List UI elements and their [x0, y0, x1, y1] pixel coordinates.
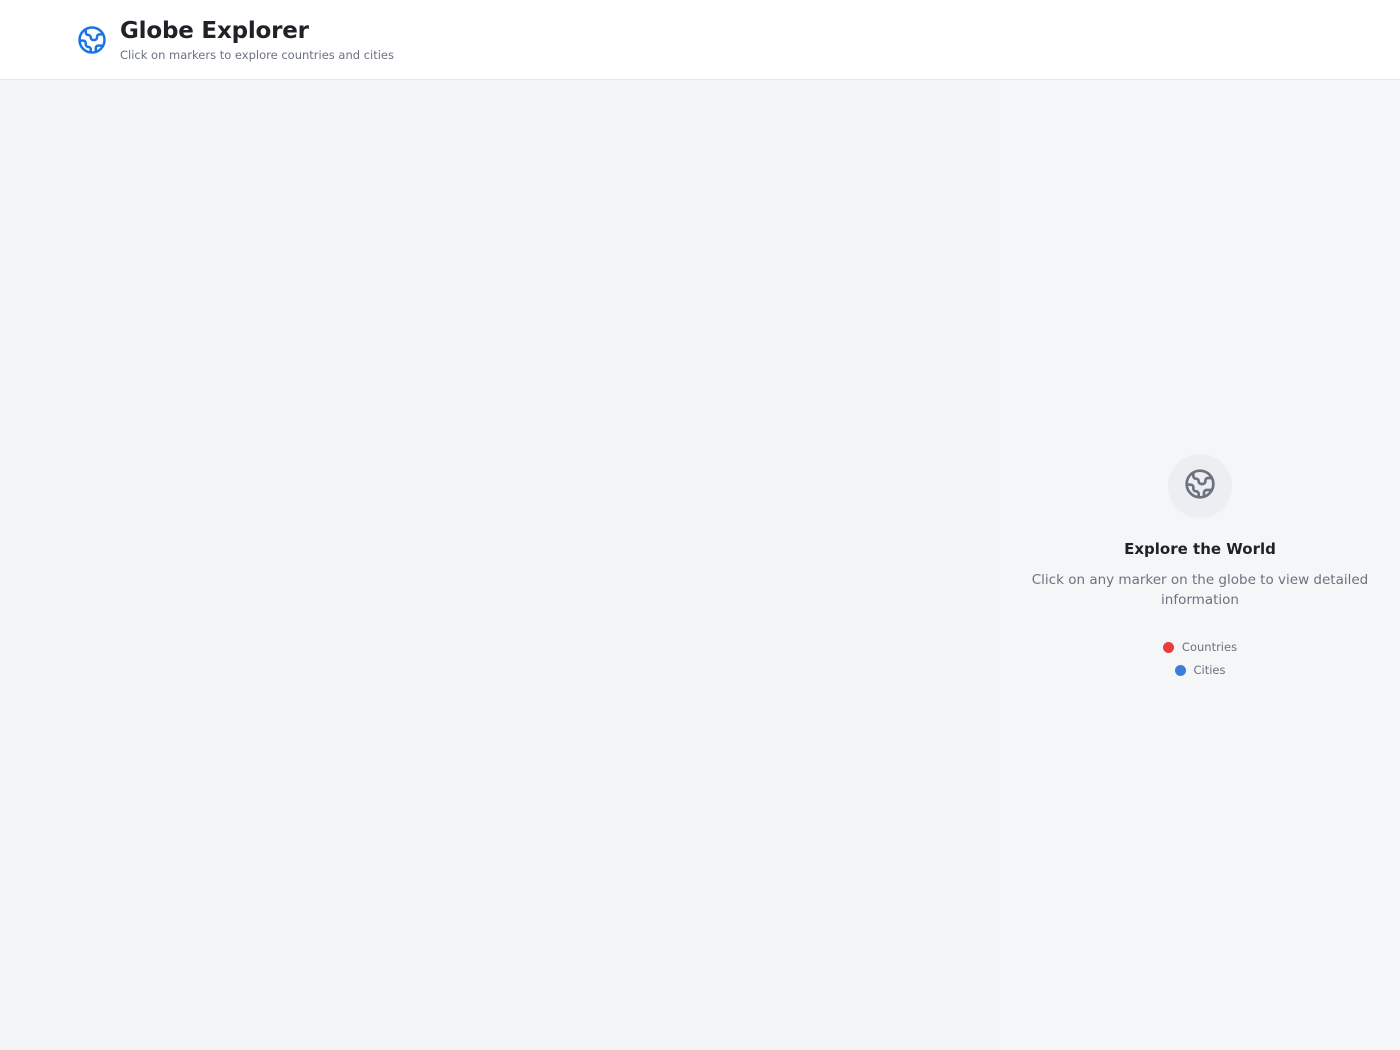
globe-icon [77, 25, 107, 55]
globe-icon [1184, 468, 1216, 504]
globe-canvas[interactable] [0, 81, 1000, 1050]
app-subtitle: Click on markers to explore countries an… [120, 47, 395, 62]
panel-globe-badge [1168, 454, 1232, 518]
legend-label-countries: Countries [1181, 640, 1238, 654]
panel-description: Click on any marker on the globe to view… [1031, 572, 1369, 608]
main-content: Explore the World Click on any marker on… [0, 81, 1400, 1050]
panel-title: Explore the World [1124, 540, 1276, 558]
app-header: Globe Explorer Click on markers to explo… [0, 0, 1400, 80]
legend-label-cities: Cities [1193, 663, 1226, 677]
cities-dot-icon [1174, 664, 1186, 676]
brand: Globe Explorer Click on markers to explo… [120, 18, 394, 62]
legend: Countries Cities [1162, 640, 1238, 677]
countries-dot-icon [1162, 641, 1174, 653]
legend-item-countries: Countries [1162, 640, 1238, 654]
info-panel: Explore the World Click on any marker on… [1000, 81, 1400, 1050]
app-title: Globe Explorer [120, 17, 309, 44]
legend-item-cities: Cities [1174, 663, 1226, 677]
